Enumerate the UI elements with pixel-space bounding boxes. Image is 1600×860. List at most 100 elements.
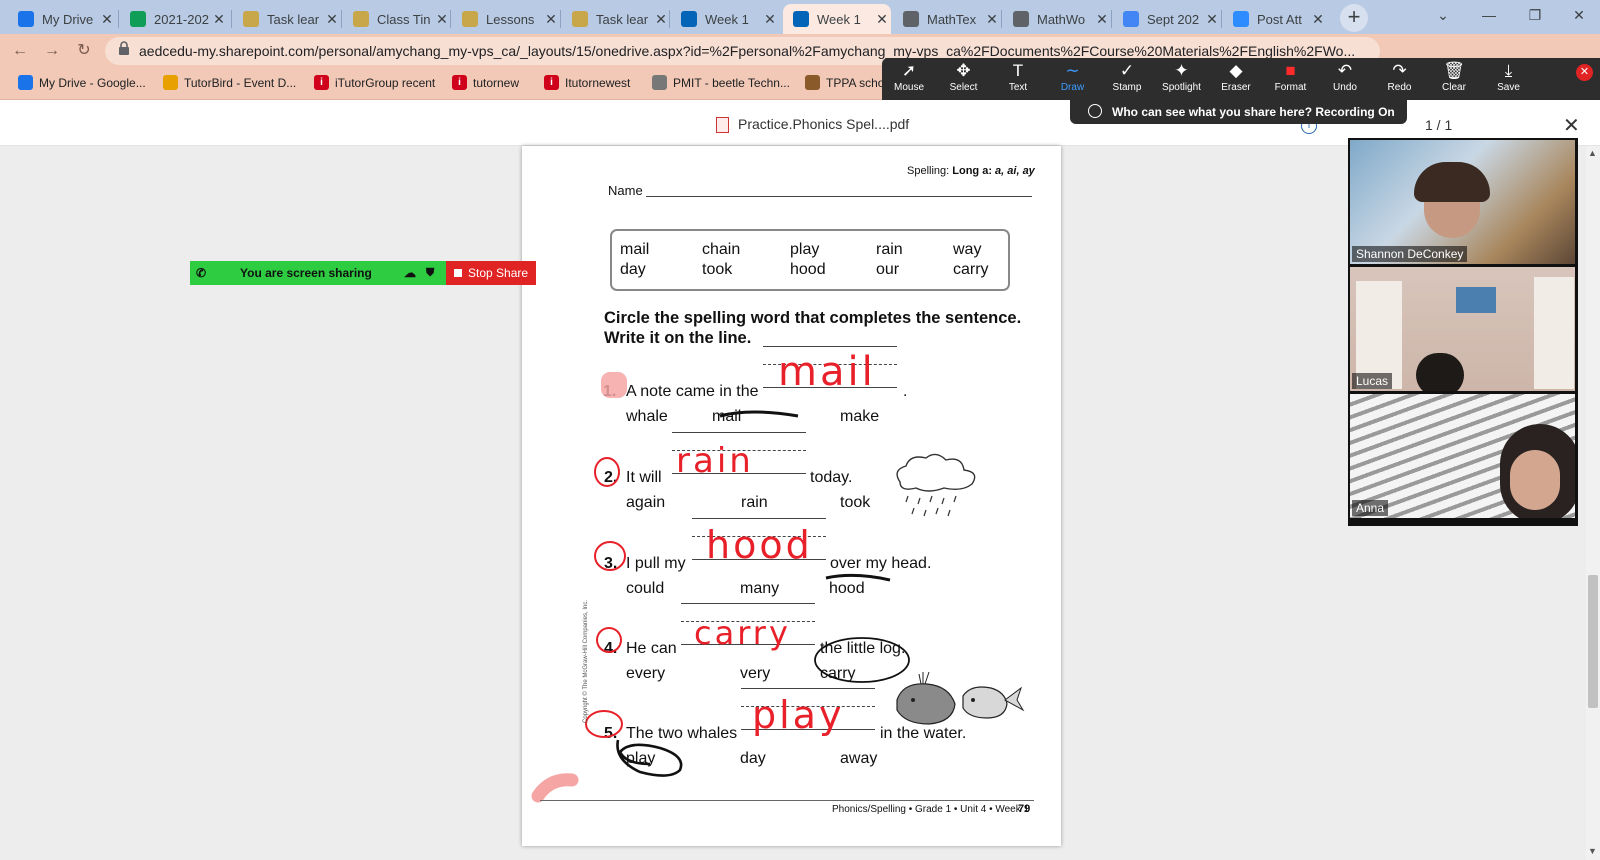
browser-tab[interactable]: Week 1 ✕ — [783, 4, 891, 34]
bookmark-item[interactable]: PMIT - beetle Techn... — [652, 75, 790, 90]
zoom-icon — [1233, 11, 1249, 27]
reload-button[interactable]: ↻ — [72, 39, 96, 63]
stop-share-button[interactable]: Stop Share — [446, 261, 536, 285]
tool-clear-button[interactable]: 🗑 Clear — [1427, 58, 1481, 100]
tool-undo-button[interactable]: ↶ Undo — [1318, 58, 1372, 100]
vertical-scrollbar[interactable] — [1586, 146, 1600, 860]
bookmark-item[interactable]: i tutornew — [452, 75, 519, 90]
tab-title: Lessons — [486, 11, 535, 27]
tab-separator — [450, 10, 451, 28]
tab-separator — [669, 10, 670, 28]
tool-mouse-button[interactable]: ➚ Mouse — [882, 58, 936, 100]
word-box — [610, 229, 1010, 291]
browser-tab[interactable]: My Drive ✕ — [8, 4, 116, 34]
browser-tab[interactable]: Week 1 ✕ — [671, 4, 779, 34]
bookmark-label: PMIT - beetle Techn... — [673, 75, 790, 90]
browser-tab[interactable]: 2021-202 ✕ — [120, 4, 228, 34]
browser-tab[interactable]: Lessons ✕ — [452, 4, 560, 34]
close-tab-icon[interactable]: ✕ — [98, 11, 116, 28]
close-window-button[interactable]: ✕ — [1556, 0, 1600, 32]
itutor-icon: i — [314, 75, 329, 90]
close-annotation-icon[interactable]: ✕ — [1576, 64, 1593, 81]
tab-search-button[interactable]: ⌄ — [1420, 0, 1466, 32]
tool-redo-button[interactable]: ↷ Redo — [1373, 58, 1427, 100]
word-box-entry: hood — [790, 261, 826, 278]
close-tab-icon[interactable]: ✕ — [983, 11, 1001, 28]
close-tab-icon[interactable]: ✕ — [1309, 11, 1327, 28]
bookmark-label: My Drive - Google... — [39, 75, 146, 90]
move-icon: ✥ — [956, 61, 971, 80]
pdf-file-icon — [716, 117, 729, 133]
bookmark-item[interactable]: TPPA scho — [805, 75, 884, 90]
page-indicator: 1 / 1 — [1425, 117, 1453, 133]
screen-sharing-indicator[interactable]: ✆ You are screen sharing ☁ ⛊ — [190, 261, 446, 285]
browser-tab[interactable]: Task lear ✕ — [233, 4, 341, 34]
tool-draw-button[interactable]: ∼ Draw — [1046, 58, 1100, 100]
close-pdf-icon[interactable]: ✕ — [1563, 113, 1580, 138]
tool-label: Spotlight — [1162, 82, 1201, 93]
word-box-entry: play — [790, 241, 820, 258]
tool-text-button[interactable]: T Text — [991, 58, 1045, 100]
document-icon — [353, 11, 369, 27]
text-icon: T — [1012, 61, 1024, 80]
tool-spotlight-button[interactable]: ✦ Spotlight — [1155, 58, 1209, 100]
close-tab-icon[interactable]: ✕ — [761, 11, 779, 28]
scrollbar-thumb[interactable] — [1588, 575, 1598, 708]
word-box-entry: mail — [620, 241, 650, 258]
tool-label: Select — [949, 82, 978, 93]
scroll-up-icon[interactable]: ▲ — [1588, 148, 1597, 158]
pdf-filename: Practice.Phonics Spel....pdf — [738, 116, 910, 132]
browser-tab[interactable]: Post Att ✕ — [1223, 4, 1327, 34]
bookmark-item[interactable]: My Drive - Google... — [18, 75, 146, 90]
back-button[interactable]: ← — [8, 39, 32, 63]
bookmark-item[interactable]: i Itutornewest — [544, 75, 630, 90]
tab-title: 2021-202 — [154, 11, 209, 27]
recording-notice[interactable]: Who can see what you share here? Recordi… — [1070, 100, 1407, 124]
google-drive-icon — [18, 75, 33, 90]
tool-format-button[interactable]: ■ Format — [1264, 58, 1318, 100]
close-tab-icon[interactable]: ✕ — [433, 11, 451, 28]
person-icon — [1088, 104, 1102, 118]
bookmark-label: iTutorGroup recent — [335, 75, 436, 90]
video-tile[interactable]: Anna — [1350, 394, 1575, 518]
close-tab-icon[interactable]: ✕ — [542, 11, 560, 28]
browser-tab[interactable]: Sept 202 ✕ — [1113, 4, 1221, 34]
tab-separator — [118, 10, 119, 28]
tool-save-button[interactable]: ⤓ Save — [1482, 58, 1536, 100]
bookmark-item[interactable]: TutorBird - Event D... — [163, 75, 296, 90]
browser-tab[interactable]: MathWo ✕ — [1003, 4, 1111, 34]
close-tab-icon[interactable]: ✕ — [873, 11, 891, 28]
close-tab-icon[interactable]: ✕ — [210, 11, 228, 28]
bookmark-label: Itutornewest — [565, 75, 631, 90]
video-tile[interactable]: Lucas — [1350, 267, 1575, 391]
browser-tab[interactable]: Class Tin ✕ — [343, 4, 451, 34]
minimize-button[interactable]: — — [1466, 0, 1512, 32]
scroll-down-icon[interactable]: ▼ — [1588, 846, 1597, 856]
browser-tab[interactable]: Task lear ✕ — [562, 4, 670, 34]
forward-button[interactable]: → — [40, 39, 64, 63]
browser-tab[interactable]: MathTex ✕ — [893, 4, 1001, 34]
tab-title: MathWo — [1037, 11, 1086, 27]
tab-title: MathTex — [927, 11, 977, 27]
close-tab-icon[interactable]: ✕ — [1203, 11, 1221, 28]
globe-icon — [1013, 11, 1029, 27]
window-shutters — [1534, 277, 1574, 389]
tool-select-button[interactable]: ✥ Select — [937, 58, 991, 100]
video-tile[interactable]: Shannon DeConkey — [1350, 140, 1575, 264]
word-box-entry: our — [876, 261, 900, 278]
tool-label: Save — [1497, 82, 1520, 93]
bookmark-item[interactable]: i iTutorGroup recent — [314, 75, 435, 90]
globe-icon — [903, 11, 919, 27]
annotation-toolbar: ➚ Mouse ✥ Select T Text ∼ Draw ✓ Stamp ✦ Spotlight ◆… — [882, 58, 1600, 100]
close-tab-icon[interactable]: ✕ — [1093, 11, 1111, 28]
tppa-icon — [805, 75, 820, 90]
maximize-button[interactable]: ❐ — [1512, 0, 1558, 32]
tool-eraser-button[interactable]: ◆ Eraser — [1209, 58, 1263, 100]
copyright-text: Copyright © The McGraw-Hill Companies, I… — [583, 599, 589, 723]
tool-stamp-button[interactable]: ✓ Stamp — [1100, 58, 1154, 100]
new-tab-button[interactable]: + — [1340, 4, 1368, 32]
word-box-entry: took — [702, 261, 733, 278]
close-tab-icon[interactable]: ✕ — [323, 11, 341, 28]
stop-icon — [454, 269, 462, 277]
close-tab-icon[interactable]: ✕ — [652, 11, 670, 28]
